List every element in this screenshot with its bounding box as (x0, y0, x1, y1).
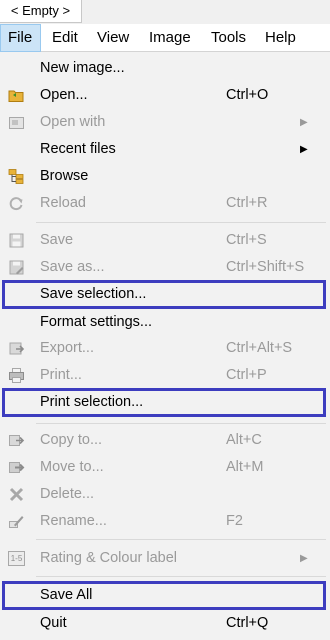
menu-item-label: Print... (40, 367, 82, 383)
menu-item-label: Print selection... (40, 394, 144, 410)
menu-item-open[interactable]: Open... Ctrl+O (0, 82, 330, 109)
menu-item-recent-files[interactable]: Recent files ▶ (0, 136, 330, 163)
reload-icon (8, 195, 25, 212)
menu-item-label: Open with (40, 114, 106, 130)
menu-item-save-as[interactable]: Save as... Ctrl+Shift+S (0, 254, 330, 281)
menu-item-shortcut: Ctrl+O (226, 87, 269, 103)
menu-image[interactable]: Image (149, 24, 191, 52)
browse-icon (8, 168, 25, 185)
menu-bar: File Edit View Image Tools Help (0, 24, 330, 52)
menu-item-shortcut: F2 (226, 513, 243, 529)
menu-item-new-image[interactable]: New image... (0, 55, 330, 82)
menu-item-label: Save selection... (40, 286, 147, 302)
menu-item-browse[interactable]: Browse (0, 163, 330, 190)
copy-to-icon (8, 432, 25, 449)
menu-item-shortcut: Alt+C (226, 432, 262, 448)
menu-help[interactable]: Help (265, 24, 296, 52)
file-menu-dropdown: New image... Open... Ctrl+O Open with ▶ … (0, 52, 330, 640)
menu-item-label: Save (40, 232, 74, 248)
menu-item-open-with[interactable]: Open with ▶ (0, 109, 330, 136)
printer-icon (8, 367, 25, 384)
menu-item-shortcut: Alt+M (226, 459, 264, 475)
delete-icon (8, 486, 25, 503)
menu-item-shortcut: Ctrl+R (226, 195, 268, 211)
menu-item-print[interactable]: Print... Ctrl+P (0, 362, 330, 389)
rating-icon-text: 1-5 (8, 551, 25, 566)
document-tab-bar: < Empty > (0, 0, 330, 24)
menu-item-label: New image... (40, 60, 125, 76)
menu-item-label: Delete... (40, 486, 94, 502)
submenu-arrow-icon: ▶ (300, 553, 308, 564)
menu-item-format-settings[interactable]: Format settings... (0, 309, 330, 336)
export-icon (8, 340, 25, 357)
menu-item-save-selection[interactable]: Save selection... (2, 280, 326, 309)
move-to-icon (8, 459, 25, 476)
menu-item-label: Save All (40, 587, 93, 603)
menu-file[interactable]: File (0, 24, 41, 52)
menu-tools[interactable]: Tools (211, 24, 246, 52)
submenu-arrow-icon: ▶ (300, 117, 308, 128)
menu-item-move-to[interactable]: Move to... Alt+M (0, 454, 330, 481)
menu-item-shortcut: Ctrl+Q (226, 615, 269, 631)
menu-item-shortcut: Ctrl+Shift+S (226, 259, 305, 275)
menu-item-label: Recent files (40, 141, 116, 157)
menu-item-rename[interactable]: Rename... F2 (0, 508, 330, 535)
menu-item-save-all[interactable]: Save All (2, 581, 326, 610)
menu-item-label: Open... (40, 87, 88, 103)
menu-item-delete[interactable]: Delete... (0, 481, 330, 508)
menu-item-save[interactable]: Save Ctrl+S (0, 227, 330, 254)
menu-item-label: Reload (40, 195, 86, 211)
menu-separator (36, 576, 326, 577)
menu-item-reload[interactable]: Reload Ctrl+R (0, 190, 330, 217)
menu-item-shortcut: Ctrl+S (226, 232, 267, 248)
menu-edit[interactable]: Edit (52, 24, 78, 52)
rename-icon (8, 513, 25, 530)
menu-item-label: Format settings... (40, 314, 153, 330)
menu-item-shortcut: Ctrl+P (226, 367, 267, 383)
menu-item-quit[interactable]: Quit Ctrl+Q (0, 610, 330, 637)
submenu-arrow-icon: ▶ (300, 144, 308, 155)
menu-separator (36, 539, 326, 540)
menu-item-rating-colour-label[interactable]: 1-5 Rating & Colour label ▶ (0, 545, 330, 572)
menu-item-export[interactable]: Export... Ctrl+Alt+S (0, 335, 330, 362)
menu-separator (36, 222, 326, 223)
menu-item-label: Rename... (40, 513, 107, 529)
save-icon (8, 232, 25, 249)
menu-separator (36, 423, 326, 424)
menu-view[interactable]: View (97, 24, 129, 52)
menu-item-label: Move to... (40, 459, 104, 475)
open-with-icon (8, 114, 25, 131)
menu-item-label: Save as... (40, 259, 105, 275)
menu-item-label: Copy to... (40, 432, 103, 448)
menu-item-label: Rating & Colour label (40, 550, 178, 566)
menu-item-label: Browse (40, 168, 89, 184)
menu-item-shortcut: Ctrl+Alt+S (226, 340, 293, 356)
menu-item-label: Quit (40, 615, 67, 631)
menu-item-copy-to[interactable]: Copy to... Alt+C (0, 427, 330, 454)
document-tab[interactable]: < Empty > (0, 0, 82, 23)
folder-open-icon (8, 87, 25, 104)
menu-item-label: Export... (40, 340, 94, 356)
rating-icon: 1-5 (8, 550, 25, 567)
save-as-icon (8, 259, 25, 276)
menu-item-print-selection[interactable]: Print selection... (2, 388, 326, 417)
